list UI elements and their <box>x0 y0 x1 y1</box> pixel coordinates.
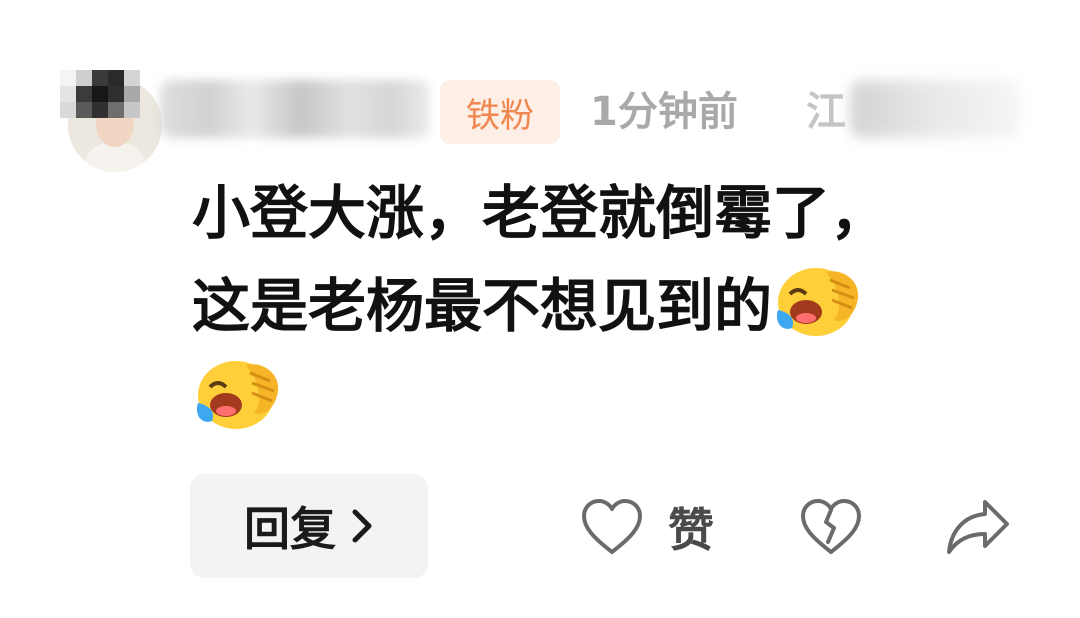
comment-line-2: 这是老杨最不想见到的 <box>192 258 1022 351</box>
comment-line-1: 小登大涨，老登就倒霉了， <box>192 179 889 247</box>
broken-heart-icon[interactable] <box>800 498 862 556</box>
comment-line-3 <box>192 351 1022 444</box>
comment-card: 铁粉 1分钟前 江 小登大涨，老登就倒霉了， 这是老杨最不想见到的 回复 赞 <box>0 0 1080 618</box>
reply-label: 回复 <box>244 502 336 556</box>
timestamp: 1分钟前 <box>590 89 738 135</box>
username-redacted <box>160 80 430 138</box>
laugh-cry-emoji-icon <box>776 268 859 336</box>
location-text: 江 <box>806 89 846 135</box>
laugh-cry-emoji-icon <box>196 361 279 429</box>
avatar-mosaic <box>60 70 140 118</box>
comment-line-2-text: 这是老杨最不想见到的 <box>192 272 773 340</box>
share-arrow-icon[interactable] <box>945 496 1011 556</box>
heart-outline-icon[interactable] <box>580 498 644 556</box>
fan-badge: 铁粉 <box>440 80 560 144</box>
location-redacted <box>850 80 1020 138</box>
like-label[interactable]: 赞 <box>668 494 714 560</box>
comment-text: 小登大涨，老登就倒霉了， 这是老杨最不想见到的 <box>192 168 1022 444</box>
reply-button[interactable]: 回复 <box>190 474 428 578</box>
chevron-right-icon <box>352 509 372 543</box>
